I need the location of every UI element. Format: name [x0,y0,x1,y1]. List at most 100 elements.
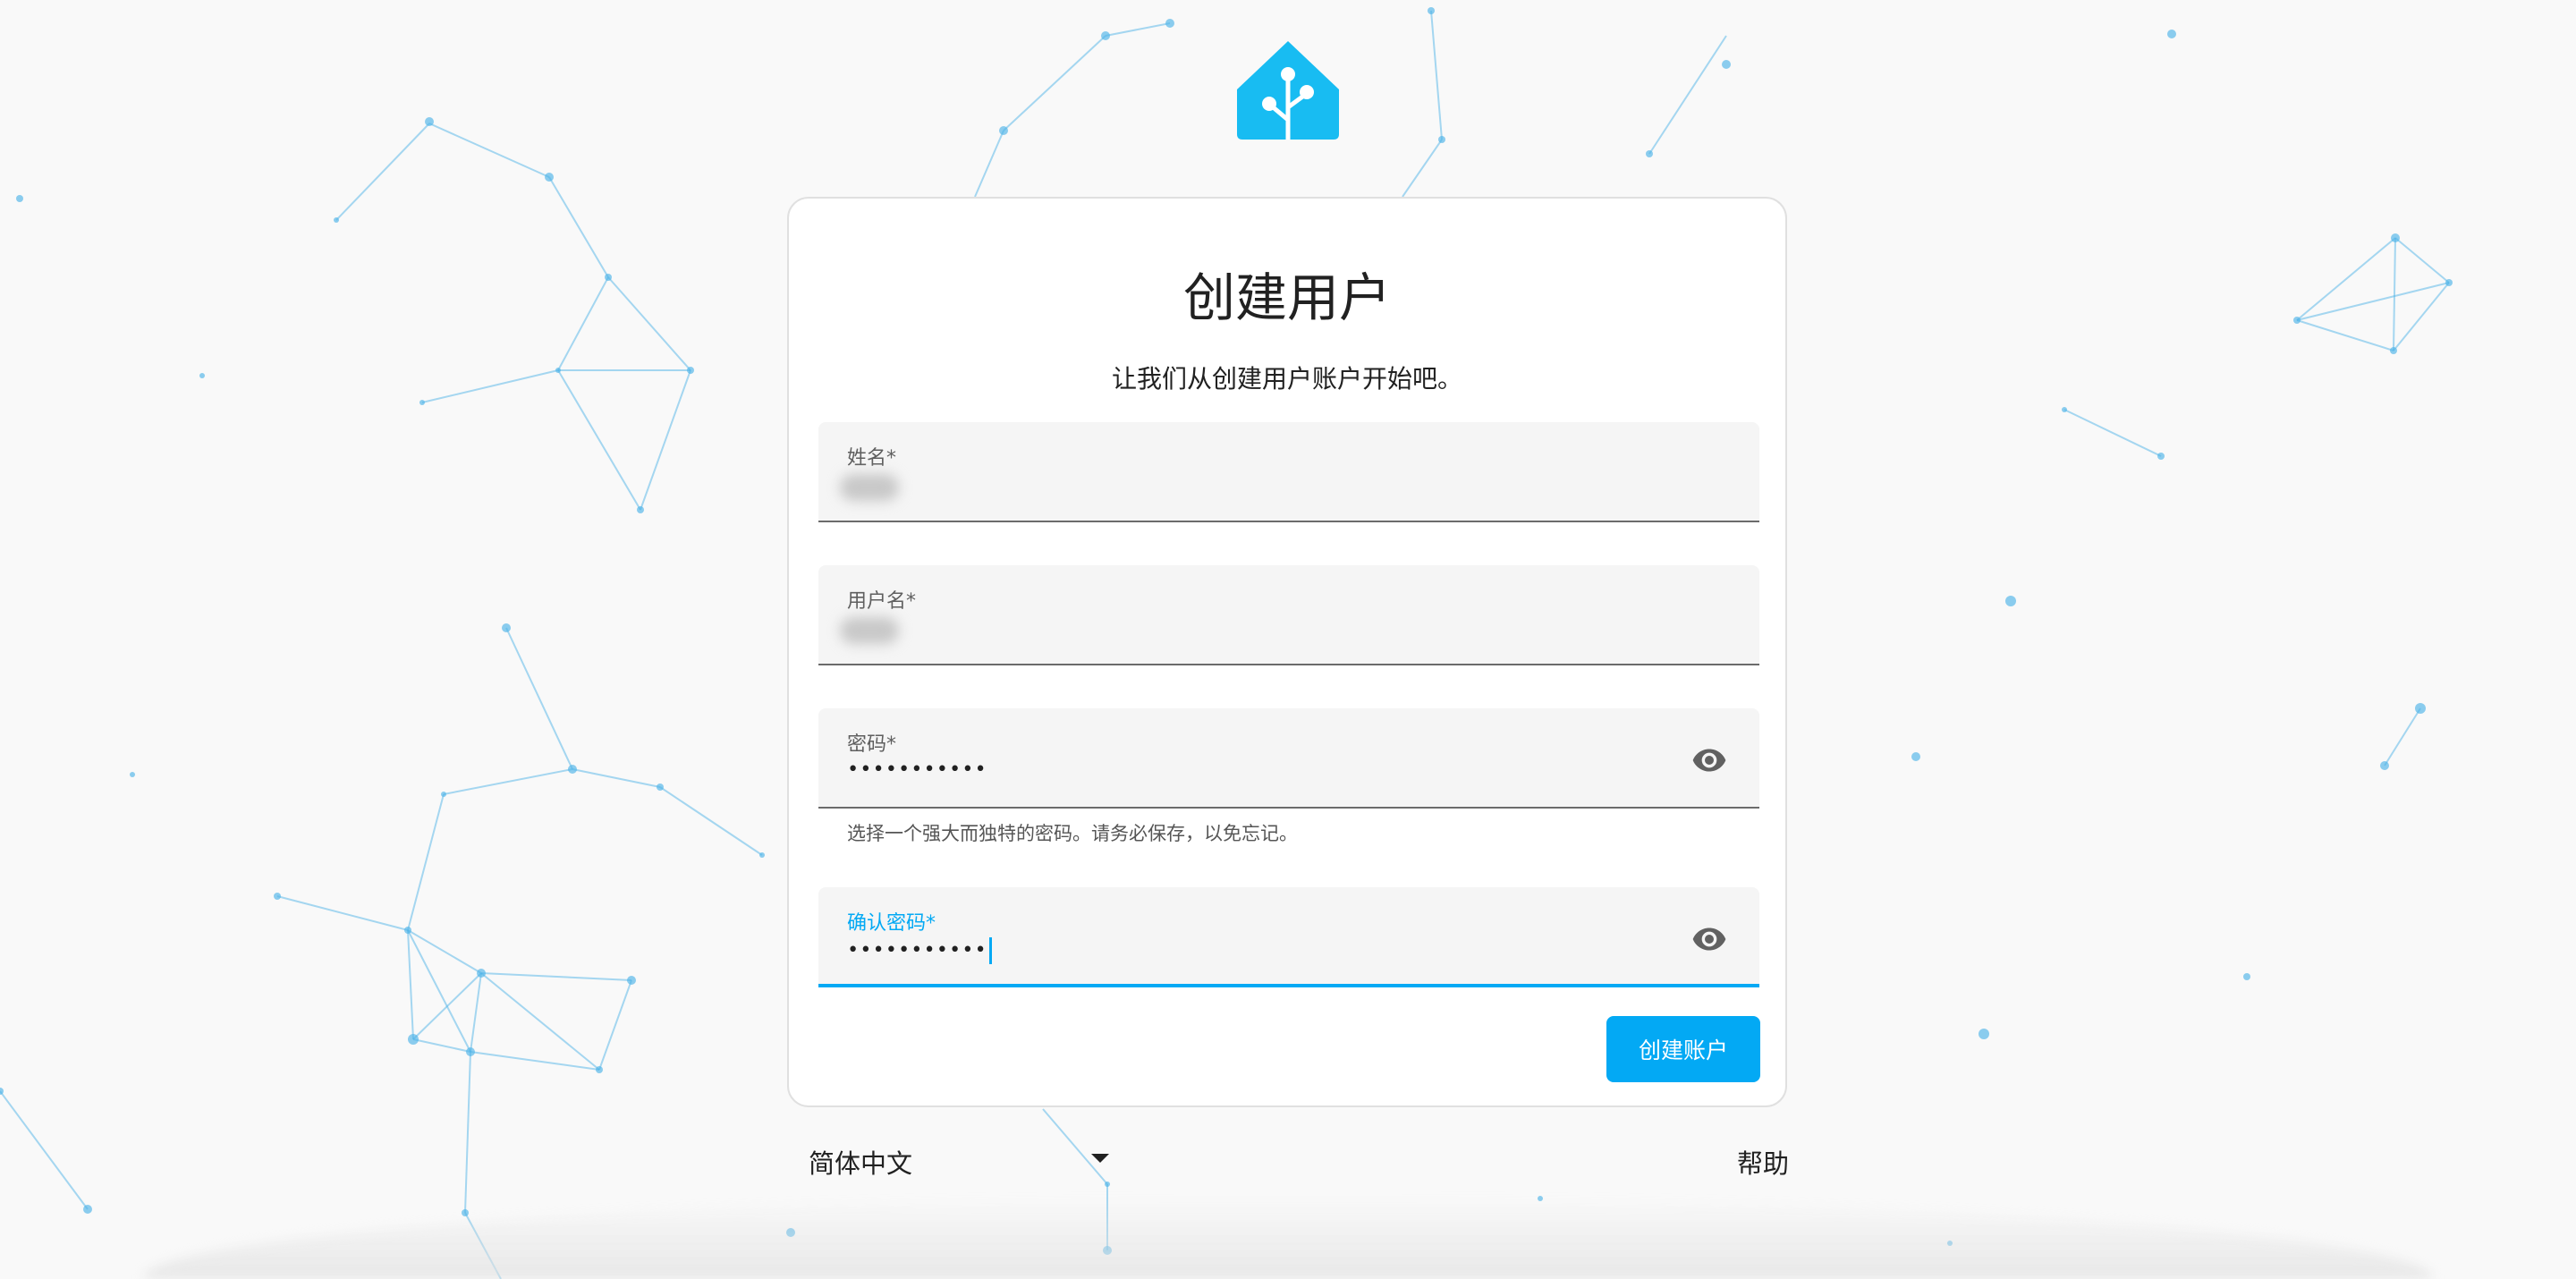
caret-down-icon [1091,1154,1109,1163]
network-line [407,793,445,931]
network-dot [425,117,434,126]
network-line [607,276,691,371]
eye-icon[interactable] [1691,742,1727,778]
network-dot [2415,703,2426,714]
network-line [443,768,573,795]
network-line [1402,139,1443,198]
network-line [640,369,691,511]
password-field[interactable]: 密码* ••••••••••• [818,708,1759,809]
network-dot [199,373,205,378]
network-dot [627,976,636,985]
network-dot [408,1034,419,1045]
network-dot [2243,973,2250,980]
network-dot [2062,407,2067,412]
network-dot [274,893,281,900]
home-assistant-logo-icon [1237,41,1339,140]
network-dot [2391,233,2400,242]
network-dot [466,1047,475,1056]
network-dot [16,195,23,202]
network-dot [2167,30,2176,38]
username-field-blurred-value [840,617,899,644]
network-dot [130,772,135,777]
confirm-password-field-value: ••••••••••• [847,939,987,961]
network-dot [687,367,694,374]
name-field-label: 姓名* [847,447,897,470]
network-line [557,276,609,371]
network-dot [545,173,554,182]
network-dot [568,765,577,774]
network-line [470,972,482,1053]
username-field[interactable]: 用户名* [818,565,1759,665]
network-dot [596,1066,603,1073]
network-dot [1979,1029,1989,1039]
card-title: 创建用户 [1182,267,1391,328]
network-dot [334,217,339,223]
network-dot [1646,150,1653,157]
network-dot [0,1088,4,1095]
network-line [1003,35,1106,131]
network-line [548,176,609,278]
network-dot [441,792,446,797]
network-line [1105,22,1171,37]
network-dot [2390,347,2397,354]
confirm-password-field[interactable]: 确认密码* ••••••••••• [818,887,1759,987]
network-dot [2293,317,2301,324]
name-field-blurred-value [840,474,899,501]
network-dot [2380,761,2389,770]
create-user-card: 创建用户 让我们从创建用户账户开始吧。 姓名* 用户名* 密码* •••••••… [787,197,1787,1107]
network-line [480,972,632,981]
language-select-label: 简体中文 [809,1148,913,1179]
username-field-label: 用户名* [847,590,917,613]
create-account-button[interactable]: 创建账户 [1606,1016,1760,1082]
network-line [2063,409,2162,457]
network-line [428,123,550,178]
network-dot [605,274,612,281]
network-dot [1165,19,1174,28]
network-dot [83,1205,92,1214]
network-line [421,369,559,403]
network-dot [502,623,511,632]
network-line [2384,707,2421,767]
network-line [412,972,482,1040]
network-dot [404,927,411,934]
network-line [659,786,763,856]
network-dot [1428,7,1435,14]
network-line [2394,237,2450,284]
network-line [505,627,573,770]
network-line [1430,10,1443,140]
network-line [572,768,661,788]
network-dot [637,506,644,513]
network-dot [419,400,425,405]
language-select[interactable]: 简体中文 [809,1139,1113,1182]
network-line [598,979,632,1071]
eye-icon[interactable] [1691,921,1727,957]
password-field-label: 密码* [847,733,897,756]
name-field[interactable]: 姓名* [818,422,1759,522]
network-dot [477,969,486,978]
network-line [335,123,430,221]
confirm-password-field-value-wrap: ••••••••••• [847,937,992,964]
network-line [0,1090,89,1210]
network-line [974,130,1004,198]
help-link[interactable]: 帮助 [1699,1143,1789,1181]
network-line [2393,237,2396,352]
network-dot [555,368,561,373]
network-dot [2445,279,2453,286]
network-dot [2157,453,2165,460]
card-subtitle: 让我们从创建用户账户开始吧。 [1111,364,1462,394]
network-line [407,929,414,1040]
text-caret [988,937,992,964]
network-dot [1911,752,1920,761]
network-dot [462,1209,469,1216]
network-dot [1722,60,1731,69]
network-line [464,1051,471,1214]
network-dot [2005,596,2016,606]
network-line [412,1038,471,1053]
password-field-value: ••••••••••• [847,758,987,781]
network-dot [1101,31,1110,40]
password-helper-text: 选择一个强大而独特的密码。请务必保存，以免忘记。 [847,823,1298,844]
network-dot [657,783,664,791]
network-dot [999,126,1008,135]
network-dot [1438,136,1445,143]
network-line [2393,282,2450,352]
